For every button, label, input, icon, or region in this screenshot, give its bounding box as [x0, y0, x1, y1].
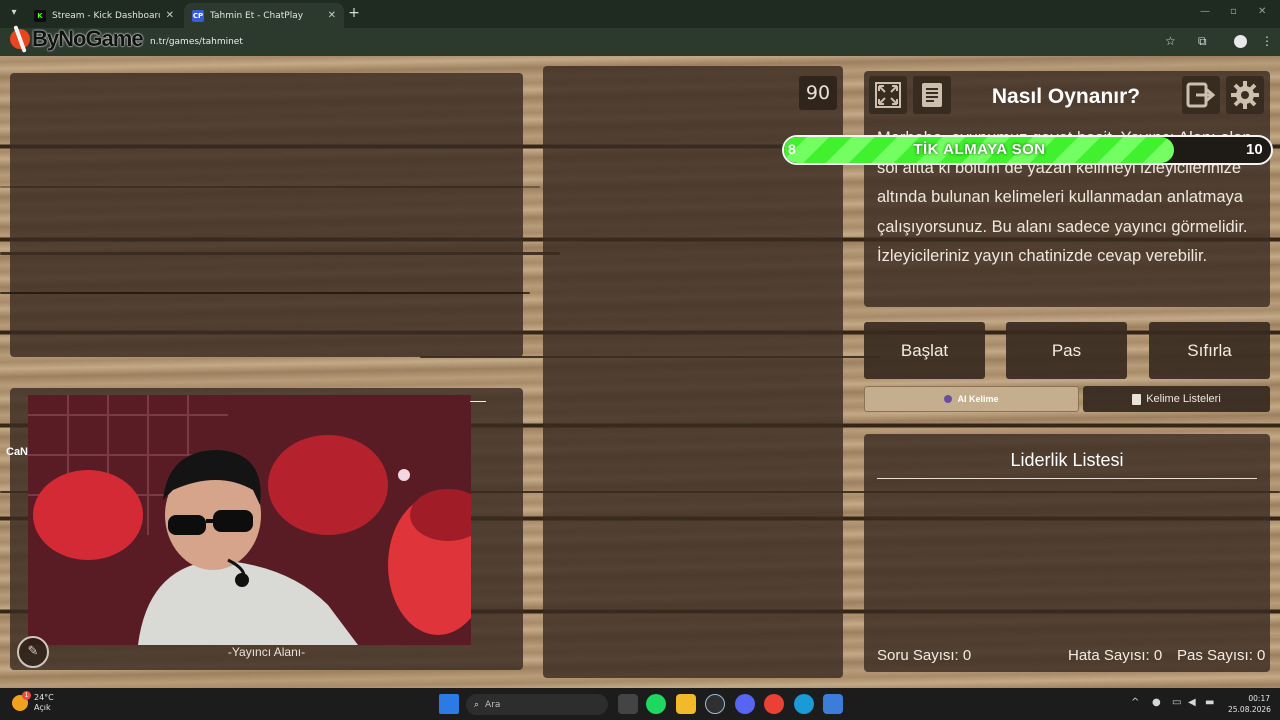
weather-text: 24°C Açık — [34, 693, 54, 713]
weather-temp: 24°C — [34, 693, 54, 702]
leaderboard-title: Liderlik Listesi — [877, 450, 1257, 479]
bynogame-logo: ByNoGame — [7, 26, 144, 52]
browser-tab-bar: ▾ K Stream - Kick Dashboard ✕ CP Tahmin … — [0, 0, 1280, 28]
maximize-icon[interactable]: ▫ — [1230, 6, 1237, 17]
pass-count: Pas Sayısı: 0 — [1177, 647, 1266, 664]
tick-progress-bar: TİK ALMAYA SON — [782, 135, 1273, 165]
gear-icon — [1231, 81, 1259, 109]
weather-widget[interactable]: 24°C Açık — [12, 691, 54, 713]
clock-app-icon[interactable] — [705, 694, 725, 714]
tray-chevron-icon[interactable]: ^ — [1131, 697, 1139, 708]
logo-text: ByNoGame — [32, 26, 144, 51]
new-tab-button[interactable]: + — [346, 5, 362, 21]
streamer-area-label: -Yayıncı Alanı- — [227, 645, 306, 659]
wood-grain — [0, 186, 540, 188]
pencil-tool-icon[interactable]: ✎ — [17, 636, 49, 668]
taskbar-search[interactable]: ⌕ Ara — [466, 694, 608, 715]
system-clock[interactable]: 00:17 25.08.2026 — [1228, 693, 1271, 715]
game-page: 90 Nasıl Oynanır? Merhaba, oyunumuz — [0, 56, 1280, 688]
network-icon[interactable]: ▭ — [1172, 697, 1181, 708]
close-window-icon[interactable]: ✕ — [1258, 6, 1266, 17]
ai-word-label: AI Kelime — [957, 394, 999, 404]
close-tab-icon[interactable]: ✕ — [166, 10, 174, 21]
edge-icon[interactable] — [794, 694, 814, 714]
exit-icon — [1186, 82, 1216, 108]
webcam-feed — [28, 395, 471, 645]
progress-label: TİK ALMAYA SON — [913, 141, 1046, 158]
extensions-icon[interactable]: ⧉ — [1198, 34, 1207, 49]
progress-current: 8 — [788, 141, 796, 157]
clock-time: 00:17 — [1248, 694, 1270, 703]
battery-icon[interactable]: ▬ — [1205, 697, 1214, 708]
url-text: n.tr/games/tahminet — [150, 37, 243, 47]
tab-kick-dashboard[interactable]: K Stream - Kick Dashboard ✕ — [26, 3, 182, 28]
tab-chatplay[interactable]: CP Tahmin Et - ChatPlay ✕ — [184, 3, 344, 28]
chrome-icon[interactable] — [764, 694, 784, 714]
discord-icon[interactable] — [735, 694, 755, 714]
error-count: Hata Sayısı: 0 — [1068, 647, 1163, 664]
exit-button[interactable] — [1182, 76, 1220, 114]
task-view-icon[interactable] — [618, 694, 638, 714]
cam-divider — [470, 401, 486, 402]
search-icon: ⌕ — [474, 699, 480, 710]
kick-favicon-icon: K — [34, 9, 46, 22]
close-tab-icon[interactable]: ✕ — [328, 10, 336, 21]
game-board-panel — [10, 73, 523, 357]
microphone-icon[interactable]: ● — [1152, 697, 1161, 708]
ai-word-button[interactable]: AI Kelime — [864, 386, 1079, 412]
weather-desc: Açık — [34, 703, 51, 712]
pass-button[interactable]: Pas — [1006, 322, 1127, 379]
file-explorer-icon[interactable] — [676, 694, 696, 714]
bynogame-logo-icon — [7, 26, 33, 52]
browser-menu-icon[interactable]: ⋮ — [1261, 34, 1273, 48]
volume-icon[interactable]: ◀ — [1188, 697, 1196, 708]
list-icon — [1132, 393, 1142, 405]
weather-sun-icon — [12, 691, 31, 711]
profile-avatar[interactable] — [1234, 35, 1247, 48]
document-icon — [922, 83, 942, 107]
ai-sparkle-icon — [944, 395, 953, 403]
webcam-image — [28, 395, 471, 645]
rules-button[interactable] — [913, 76, 951, 114]
bookmark-star-icon[interactable]: ☆ — [1165, 34, 1176, 48]
wood-grain — [0, 292, 530, 294]
question-count: Soru Sayısı: 0 — [877, 647, 972, 664]
chatplay-favicon-icon: CP — [192, 9, 204, 22]
progress-target: 10 — [1246, 141, 1263, 158]
address-bar[interactable]: n.tr/games/tahminet — [150, 37, 243, 47]
word-lists-label: Kelime Listeleri — [1146, 393, 1221, 405]
start-button[interactable]: Başlat — [864, 322, 985, 379]
settings-button[interactable] — [1226, 76, 1264, 114]
tab-title: Stream - Kick Dashboard — [52, 10, 160, 21]
app-icon[interactable] — [823, 694, 843, 714]
minimize-icon[interactable]: — — [1200, 6, 1210, 17]
fullscreen-icon — [875, 82, 901, 108]
spotify-icon[interactable] — [646, 694, 666, 714]
clock-date: 25.08.2026 — [1228, 705, 1271, 714]
fullscreen-button[interactable] — [869, 76, 907, 114]
search-placeholder: Ara — [485, 699, 501, 710]
reset-button[interactable]: Sıfırla — [1149, 322, 1270, 379]
countdown-timer: 90 — [799, 76, 837, 110]
cam-overlay-label: CaN — [6, 446, 29, 458]
tab-search-chevron-icon[interactable]: ▾ — [6, 5, 22, 21]
windows-taskbar — [0, 688, 1280, 720]
start-windows-icon[interactable] — [439, 694, 459, 714]
word-lists-button[interactable]: Kelime Listeleri — [1083, 386, 1270, 412]
how-to-play-title: Nasıl Oynanır? — [991, 85, 1141, 108]
tab-title: Tahmin Et - ChatPlay — [210, 10, 304, 21]
